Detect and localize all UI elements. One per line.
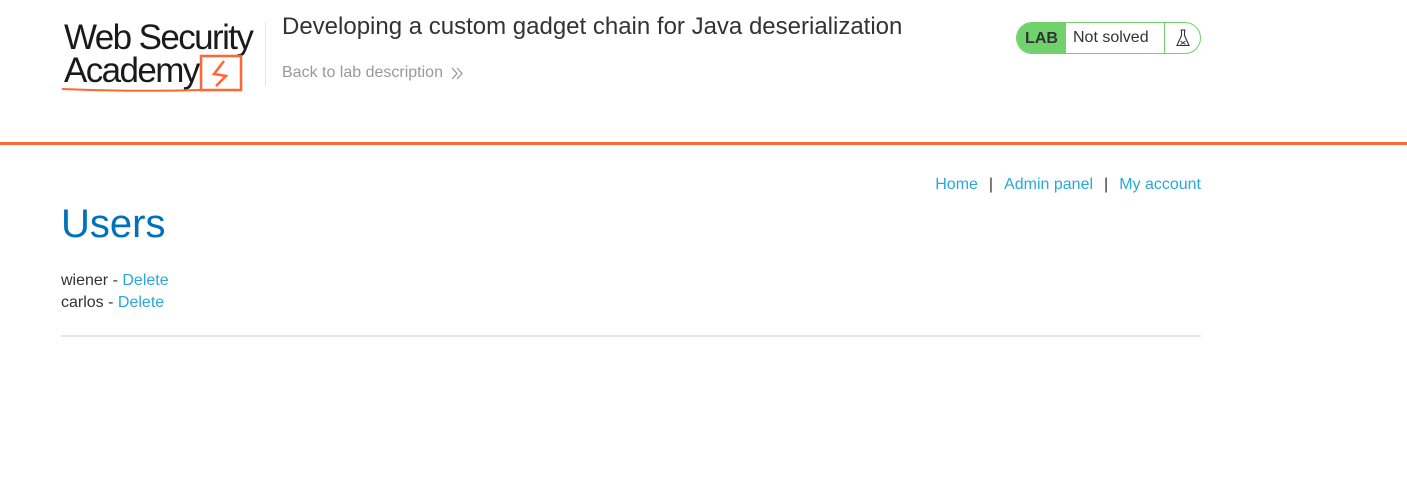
flask-icon [1164, 23, 1200, 53]
lab-badge: LAB [1017, 23, 1066, 53]
delete-user-carlos-link[interactable]: Delete [118, 294, 164, 311]
nav-my-account-link[interactable]: My account [1119, 176, 1201, 194]
header-divider [265, 22, 266, 86]
username: wiener [61, 272, 109, 289]
web-security-academy-logo[interactable]: Web Security Academy [61, 20, 265, 92]
user-separator: - [103, 294, 118, 311]
nav-admin-panel-link[interactable]: Admin panel [1004, 176, 1093, 194]
lightning-bolt-icon [61, 54, 243, 92]
user-row: wiener - Delete [61, 270, 169, 292]
back-to-lab-description-link[interactable]: Back to lab description [282, 64, 464, 82]
lab-status-widget: LAB Not solved [1016, 22, 1201, 54]
user-list: wiener - Delete carlos - Delete [61, 270, 169, 314]
nav-separator: | [988, 176, 994, 193]
back-link-label: Back to lab description [282, 64, 443, 81]
user-row: carlos - Delete [61, 292, 169, 314]
lab-status-text: Not solved [1073, 29, 1149, 46]
user-separator: - [108, 272, 123, 289]
nav-home-link[interactable]: Home [935, 176, 978, 194]
double-chevron-right-icon [451, 67, 463, 79]
top-nav: Home | Admin panel | My account [935, 176, 1201, 194]
nav-separator: | [1104, 176, 1109, 193]
page-title: Users [61, 202, 166, 246]
username: carlos [61, 294, 104, 311]
content-divider [61, 335, 1201, 337]
lab-title: Developing a custom gadget chain for Jav… [282, 13, 903, 40]
delete-user-wiener-link[interactable]: Delete [122, 272, 168, 289]
site-header: Web Security Academy Developing a custom… [0, 0, 1407, 145]
